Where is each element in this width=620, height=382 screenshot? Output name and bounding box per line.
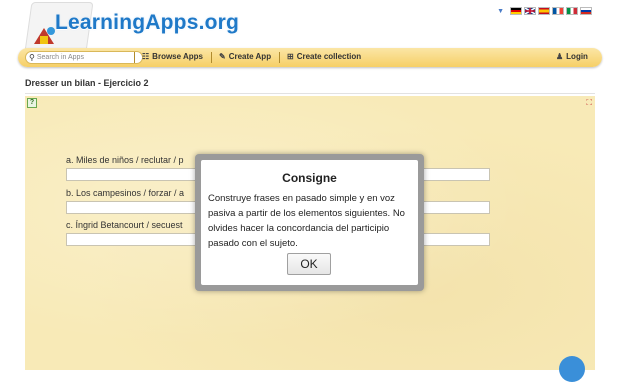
page-title: Dresser un bilan - Ejercicio 2 — [25, 78, 149, 88]
user-icon: ♟ — [556, 52, 564, 61]
flag-fr-icon[interactable] — [552, 7, 564, 15]
nav-divider — [134, 52, 135, 63]
flag-es-icon[interactable] — [538, 7, 550, 15]
create-collection-button[interactable]: ⊞ Create collection — [287, 52, 361, 61]
flag-it-icon[interactable] — [566, 7, 578, 15]
nav-divider — [211, 52, 212, 63]
create-collection-label: Create collection — [296, 52, 362, 61]
flag-de-icon[interactable] — [510, 7, 522, 15]
help-icon[interactable]: ? — [27, 98, 37, 108]
fullscreen-icon[interactable]: ⛶ — [586, 98, 592, 108]
browse-apps-label: Browse Apps — [152, 52, 203, 61]
create-app-label: Create App — [228, 52, 272, 61]
main-navbar: ⚲ Search in Apps ☷ Browse Apps ✎ Create … — [18, 48, 602, 67]
search-input[interactable]: ⚲ Search in Apps — [25, 51, 143, 64]
grid-icon: ☷ — [142, 52, 150, 61]
question-label-b: b. Los campesinos / forzar / a — [66, 188, 185, 198]
collection-icon: ⊞ — [287, 52, 294, 61]
dialog-text: Construye frases en pasado simple y en v… — [208, 193, 405, 249]
dropdown-arrow-icon[interactable]: ▼ — [497, 8, 504, 15]
flag-gb-icon[interactable] — [524, 7, 536, 15]
logo-text[interactable]: LearningApps.org — [55, 11, 239, 35]
create-app-button[interactable]: ✎ Create App — [219, 52, 271, 61]
question-label-c: c. Íngrid Betancourt / secuest — [66, 220, 183, 230]
chat-bubble-icon[interactable] — [559, 356, 585, 382]
browse-apps-button[interactable]: ☷ Browse Apps — [142, 52, 203, 61]
pencil-icon: ✎ — [219, 52, 226, 61]
search-icon: ⚲ — [29, 53, 35, 62]
title-divider — [25, 93, 595, 94]
dialog-body: Consigne Construye frases en pasado simp… — [201, 160, 418, 285]
question-label-a: a. Miles de niños / reclutar / p — [66, 155, 184, 165]
dialog-title: Consigne — [282, 171, 337, 185]
language-selector[interactable]: ▼ — [497, 7, 592, 15]
ok-button[interactable]: OK — [287, 253, 331, 275]
login-button[interactable]: ♟ Login — [556, 52, 588, 61]
instruction-dialog: Consigne Construye frases en pasado simp… — [195, 154, 424, 291]
login-label: Login — [566, 52, 588, 61]
nav-divider — [279, 52, 280, 63]
flag-ru-icon[interactable] — [580, 7, 592, 15]
search-placeholder: Search in Apps — [36, 54, 84, 61]
